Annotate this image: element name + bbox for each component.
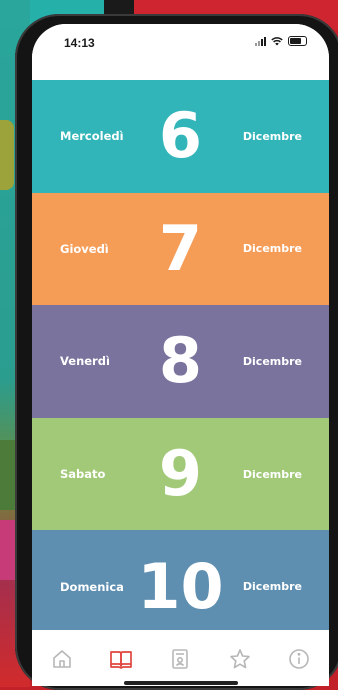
day-month: Dicembre (242, 354, 302, 368)
day-list: Mercoledì 6 Dicembre Giovedì 7 Dicembre … (32, 80, 329, 643)
day-month: Dicembre (242, 467, 302, 481)
day-row[interactable]: Sabato 9 Dicembre (32, 417, 329, 531)
day-month: Dicembre (242, 129, 302, 143)
status-bar: 14:13 (32, 24, 329, 80)
home-icon (52, 650, 71, 668)
tab-favorites[interactable] (227, 646, 253, 672)
signal-icon (255, 36, 266, 46)
home-indicator[interactable] (124, 681, 238, 685)
wifi-icon (271, 36, 283, 45)
day-row[interactable]: Mercoledì 6 Dicembre (32, 80, 329, 193)
background-art (0, 120, 14, 190)
info-icon (289, 649, 310, 669)
status-icons (255, 36, 307, 46)
phone-screen: 14:13 Mercoledì 6 Dicembre Giovedì 7 Dic… (32, 24, 329, 686)
status-time: 14:13 (64, 36, 95, 50)
background-art (104, 0, 134, 14)
tab-bar (32, 630, 329, 686)
tab-document[interactable] (167, 646, 193, 672)
day-row[interactable]: Giovedì 7 Dicembre (32, 192, 329, 306)
day-row[interactable]: Domenica 10 Dicembre (32, 530, 329, 643)
star-icon (230, 649, 250, 669)
tab-home[interactable] (49, 646, 75, 672)
day-month: Dicembre (242, 242, 302, 256)
phone-frame: 14:13 Mercoledì 6 Dicembre Giovedì 7 Dic… (15, 14, 338, 690)
day-month: Dicembre (242, 580, 302, 594)
day-row[interactable]: Venerdì 8 Dicembre (32, 305, 329, 418)
document-icon (172, 649, 189, 669)
tab-info[interactable] (286, 646, 312, 672)
battery-icon (288, 36, 307, 46)
tab-book[interactable] (108, 646, 134, 672)
book-icon (110, 651, 132, 669)
